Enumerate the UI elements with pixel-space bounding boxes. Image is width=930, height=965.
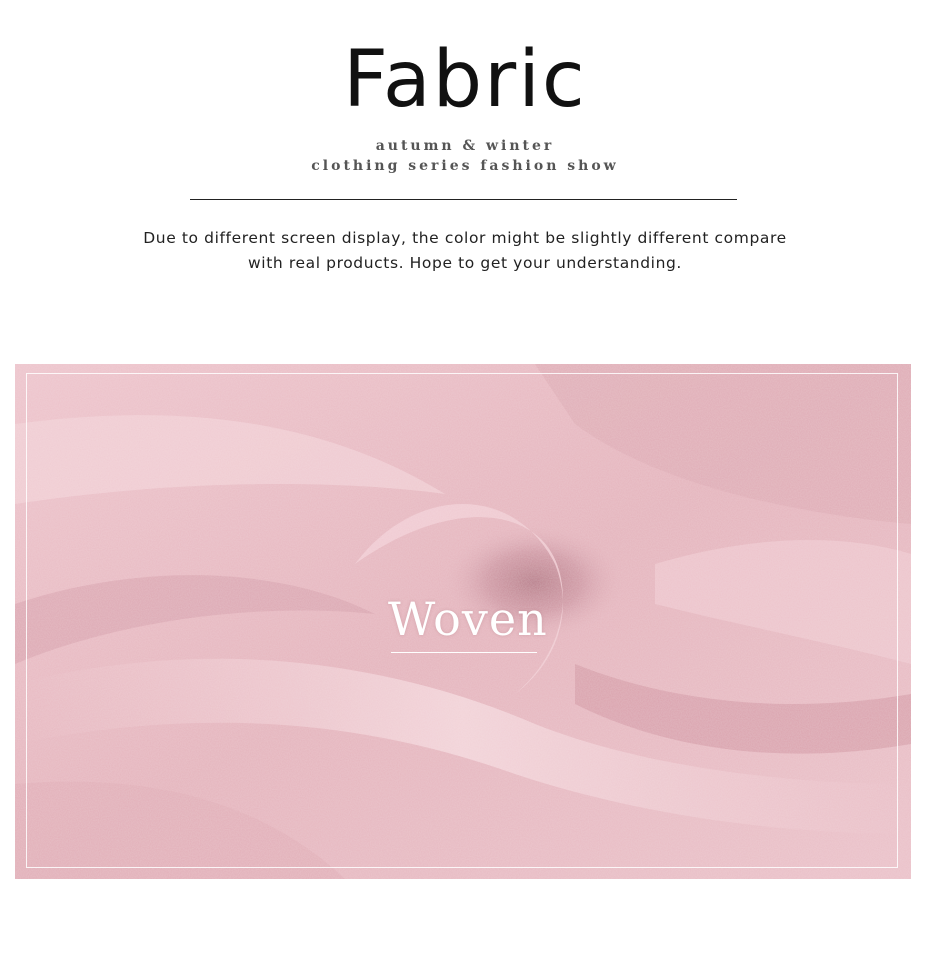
page-title: Fabric	[343, 35, 587, 125]
fabric-photo: Woven	[15, 364, 911, 879]
divider-line	[190, 199, 737, 200]
fabric-type-label: Woven	[388, 592, 548, 646]
notice-line-1: Due to different screen display, the col…	[143, 229, 787, 247]
notice-line-2: with real products. Hope to get your und…	[248, 254, 682, 272]
fabric-label-underline	[391, 652, 537, 653]
subtitle-line-2: clothing series fashion show	[311, 158, 619, 174]
subtitle-line-1: autumn & winter	[375, 138, 555, 154]
